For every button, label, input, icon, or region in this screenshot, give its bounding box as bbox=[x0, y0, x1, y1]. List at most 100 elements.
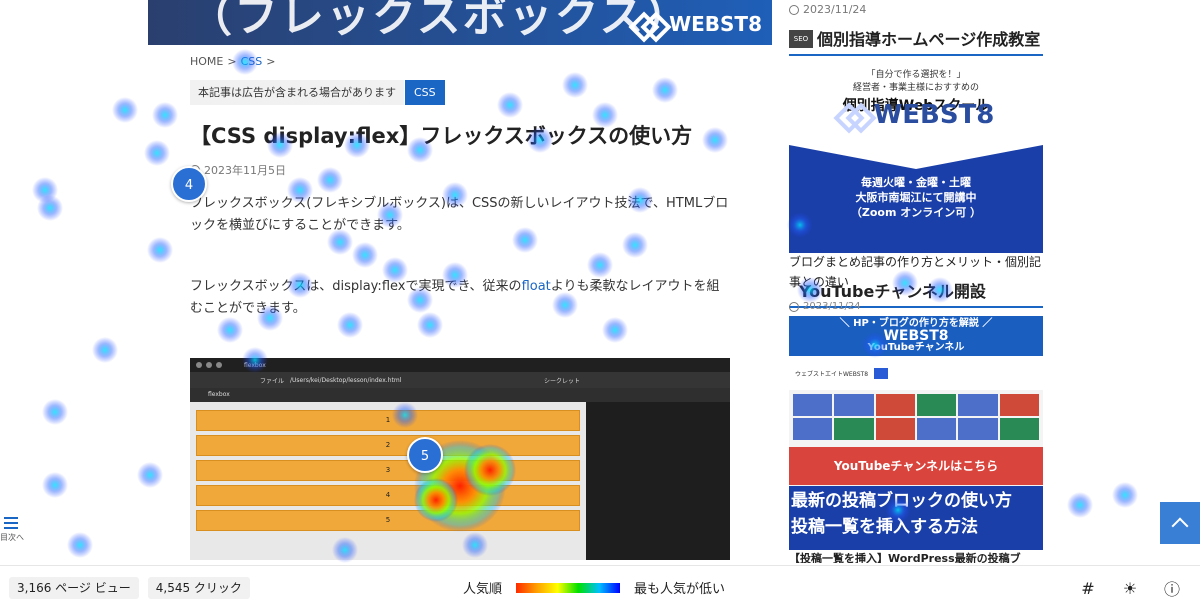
list-icon bbox=[4, 517, 18, 529]
sidebar-heading-text: 個別指導ホームページ作成教室 bbox=[817, 30, 1041, 49]
yt-thumbnail bbox=[958, 418, 998, 440]
heat-spot bbox=[144, 140, 170, 166]
webst8-logo-icon bbox=[633, 14, 663, 34]
sidebar-date-text: 2023/11/24 bbox=[803, 301, 861, 312]
sidebar-post-link[interactable]: 【投稿一覧を挿入】WordPress最新の投稿ブ bbox=[789, 549, 1043, 563]
scroll-top-button[interactable] bbox=[1160, 502, 1200, 544]
flex-demo-viewport: 1 2 3 4 5 bbox=[190, 402, 586, 560]
breadcrumb-home[interactable]: HOME bbox=[190, 55, 223, 68]
clock-icon bbox=[789, 301, 799, 312]
yt-thumbnail bbox=[999, 418, 1039, 440]
youtube-cta-button[interactable]: YouTubeチャンネルはこちら bbox=[789, 447, 1043, 485]
breadcrumb-sep: > bbox=[266, 55, 276, 68]
clock-icon bbox=[789, 4, 799, 15]
window-dot-icon bbox=[216, 362, 222, 368]
category-badge[interactable]: CSS bbox=[405, 80, 445, 105]
post-block-promo-banner[interactable]: 最新の投稿ブロックの使い方 投稿一覧を挿入する方法 bbox=[789, 486, 1043, 550]
yt-thumbnail bbox=[793, 394, 833, 416]
article-title: 【CSS display:flex】フレックスボックスの使い方 bbox=[190, 124, 693, 148]
heat-spot bbox=[562, 72, 588, 98]
hashtag-off-icon[interactable]: # bbox=[1078, 578, 1098, 598]
article-paragraph: フレックスボックスは、display:flexで実現でき、従来のfloatよりも… bbox=[190, 276, 730, 320]
article-date-text: 2023年11月5日 bbox=[204, 164, 286, 177]
sidebar-date: 2023/11/24 bbox=[789, 301, 861, 312]
window-dot-icon bbox=[206, 362, 212, 368]
toc-label: 目次へ bbox=[0, 533, 24, 542]
legend-right-label: 最も人気が低い bbox=[634, 582, 726, 597]
heat-spot bbox=[587, 252, 613, 278]
heat-spot bbox=[67, 532, 93, 558]
browser-bookmark: flexbox bbox=[190, 388, 730, 402]
heat-spot bbox=[217, 317, 243, 343]
flex-row: 4 bbox=[196, 485, 580, 506]
sidebar-tag: SEO bbox=[789, 30, 813, 48]
yt-thumbnail bbox=[999, 394, 1039, 416]
article-paragraph: フレックスボックス(フレキシブルボックス)は、CSSの新しいレイアウト技法で、H… bbox=[190, 196, 729, 233]
info-icon[interactable]: ⓘ bbox=[1162, 578, 1182, 599]
promo2-line: 投稿一覧を挿入する方法 bbox=[791, 517, 978, 537]
yt-thumbnail bbox=[834, 394, 874, 416]
promo-online: （Zoom オンライン可 ） bbox=[850, 206, 982, 219]
heat-spot bbox=[652, 77, 678, 103]
breadcrumb-category[interactable]: CSS bbox=[241, 55, 263, 68]
promo2-line: 最新の投稿ブロックの使い方 bbox=[791, 491, 1012, 511]
heat-spot bbox=[497, 92, 523, 118]
flex-row: 2 bbox=[196, 435, 580, 456]
flexbox-demo-screenshot: flexbox ファイル /Users/kei/Desktop/lesson/i… bbox=[190, 358, 730, 560]
incognito-label: シークレット bbox=[543, 377, 580, 385]
heat-spot bbox=[1067, 492, 1093, 518]
promo-location: 大阪市南堀江にて開講中 bbox=[855, 191, 977, 204]
flex-row: 5 bbox=[196, 510, 580, 531]
devtools-panel bbox=[586, 402, 730, 560]
yt-banner-brand: WEBST8 bbox=[883, 328, 949, 344]
promo-blue-panel: WEBST8 毎週火曜・金曜・土曜 大阪市南堀江にて開講中 （Zoom オンライ… bbox=[789, 102, 1043, 253]
promo-brand: WEBST8 bbox=[873, 99, 995, 130]
ad-disclosure: 本記事は広告が含まれる場合があります bbox=[190, 80, 404, 105]
flex-row: 1 bbox=[196, 410, 580, 431]
yt-thumbnail bbox=[834, 418, 874, 440]
heat-spot bbox=[32, 177, 58, 203]
yt-thumbnail bbox=[916, 394, 957, 416]
yt-thumbnail bbox=[793, 418, 833, 440]
yt-thumbnail bbox=[916, 418, 957, 440]
page-views-stat: 3,166 ページ ビュー bbox=[9, 577, 139, 599]
browser-urlbar: ファイル /Users/kei/Desktop/lesson/index.htm… bbox=[190, 372, 730, 388]
yt-channel-name: ウェブストエイトWEBST8 bbox=[795, 370, 869, 378]
promo-line: 「自分で作る選択を！」 bbox=[866, 70, 966, 80]
promo-line: 経営者・事業主様におすすめの bbox=[852, 83, 979, 93]
promo-schedule: 毎週火曜・金曜・土曜 bbox=[861, 176, 971, 189]
toolbar-actions: # ☀ ⓘ bbox=[1078, 578, 1182, 600]
heat-spot bbox=[147, 237, 173, 263]
browser-tabbar: flexbox bbox=[190, 358, 730, 372]
sidebar-heading-text: YouTubeチャンネル開設 bbox=[799, 282, 986, 301]
url-label: ファイル bbox=[260, 377, 285, 385]
url-path: /Users/kei/Desktop/lesson/index.html bbox=[290, 376, 402, 384]
heatmap-marker[interactable]: 4 bbox=[171, 166, 207, 202]
legend-left-label: 人気順 bbox=[463, 582, 503, 597]
clicks-stat: 4,545 クリック bbox=[147, 577, 250, 599]
heat-spot bbox=[42, 399, 68, 425]
school-promo-banner[interactable]: 「自分で作る選択を！」 経営者・事業主様におすすめの 個別指導Webスクール W… bbox=[789, 65, 1043, 253]
float-link[interactable]: float bbox=[522, 279, 551, 294]
breadcrumb: HOME > CSS > bbox=[190, 55, 275, 68]
youtube-banner-header: ＼ HP・ブログの作り方を解説 ／ WEBST8 YouTubeチャンネル bbox=[789, 316, 1043, 356]
yt-banner-line: YouTubeチャンネル bbox=[867, 342, 965, 353]
hero-logo-text: WEBST8 bbox=[669, 12, 762, 36]
heat-spot bbox=[42, 472, 68, 498]
yt-subscribe-pill bbox=[874, 367, 888, 379]
heat-spot bbox=[352, 242, 378, 268]
heat-spot bbox=[152, 102, 178, 128]
hero-banner-image: （フレックスボックス） WEBST8 bbox=[148, 0, 772, 45]
heat-spot bbox=[1112, 482, 1138, 508]
heat-spot bbox=[137, 462, 163, 488]
window-dot-icon bbox=[196, 362, 202, 368]
heatmap-marker[interactable]: 5 bbox=[407, 437, 443, 473]
sidebar-date: 2023/11/24 bbox=[789, 3, 866, 16]
heat-spot bbox=[37, 195, 63, 221]
toc-button[interactable]: 目次へ bbox=[0, 514, 24, 543]
browser-tab-title: flexbox bbox=[244, 361, 266, 369]
hero-logo: WEBST8 bbox=[633, 12, 762, 36]
webst8-logo-icon bbox=[838, 105, 868, 125]
brightness-icon[interactable]: ☀ bbox=[1120, 578, 1140, 598]
yt-thumbnail bbox=[875, 418, 915, 440]
